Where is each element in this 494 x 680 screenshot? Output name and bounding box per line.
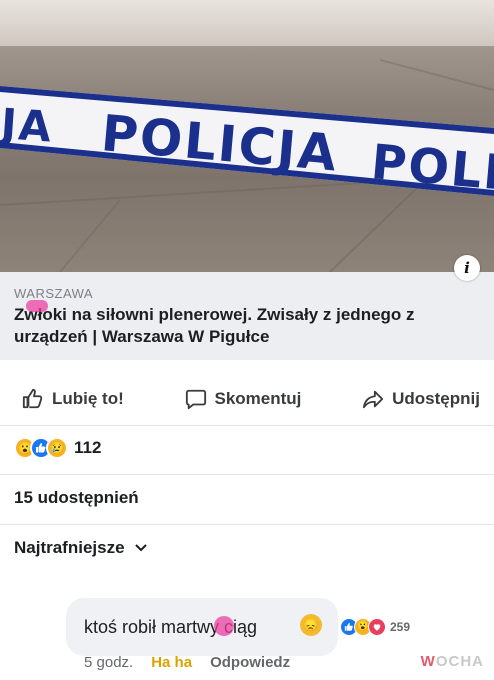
like-button[interactable]: Lubię to! [22,388,124,410]
divider [0,524,494,525]
share-button[interactable]: Udostępnij [362,388,480,410]
heart-icon [368,618,386,636]
reaction-icons: 😮 😢 [14,437,68,459]
like-label: Lubię to! [52,388,124,408]
reaction-count: 112 [74,438,102,457]
info-icon[interactable]: i [454,255,480,281]
share-arrow-icon [363,390,384,408]
highlight-mark [26,300,48,312]
divider [0,474,494,475]
highlight-mark [214,616,234,636]
link-title[interactable]: Zwłoki na siłowni plenerowej. Zwisały z … [14,304,474,348]
comment-meta: 5 godz. Ha ha Odpowiedz [84,654,290,671]
comment-sort-dropdown[interactable]: Najtrafniejsze [14,538,147,558]
post-image[interactable]: JA POLICJA POLI [0,0,494,272]
comment-icon [185,389,206,409]
reply-button[interactable]: Odpowiedz [210,654,290,671]
comment-button[interactable]: Skomentuj [185,388,302,410]
tape-text-right: POLI [369,134,494,201]
comment-reactions[interactable]: 😮 259 [340,618,410,636]
haha-reaction-button[interactable]: Ha ha [151,654,192,671]
shares-count[interactable]: 15 udostępnień [14,488,139,508]
comment-reaction-count: 259 [390,620,411,634]
reactions-summary[interactable]: 😮 😢 112 [14,434,101,462]
watermark-text: OCHA [435,653,484,670]
action-bar: Lubię to! Skomentuj Udostępnij [0,372,494,426]
share-label: Udostępnij [392,388,480,408]
watermark: WOCHA [421,653,484,670]
link-source: WARSZAWA [14,286,94,301]
thumbs-up-icon [22,388,43,408]
police-tape-graphic: JA POLICJA POLI [0,59,494,272]
disappointed-face-icon: 😞 [300,614,322,636]
watermark-mark: W [420,653,436,670]
chevron-down-icon [134,544,147,552]
link-preview[interactable]: WARSZAWA Zwłoki na siłowni plenerowej. Z… [0,272,494,360]
tape-text-left: JA [0,99,55,152]
sort-label: Najtrafniejsze [14,538,125,557]
comment-label: Skomentuj [214,388,302,408]
sad-icon: 😢 [46,437,68,459]
comment-time[interactable]: 5 godz. [84,654,133,671]
